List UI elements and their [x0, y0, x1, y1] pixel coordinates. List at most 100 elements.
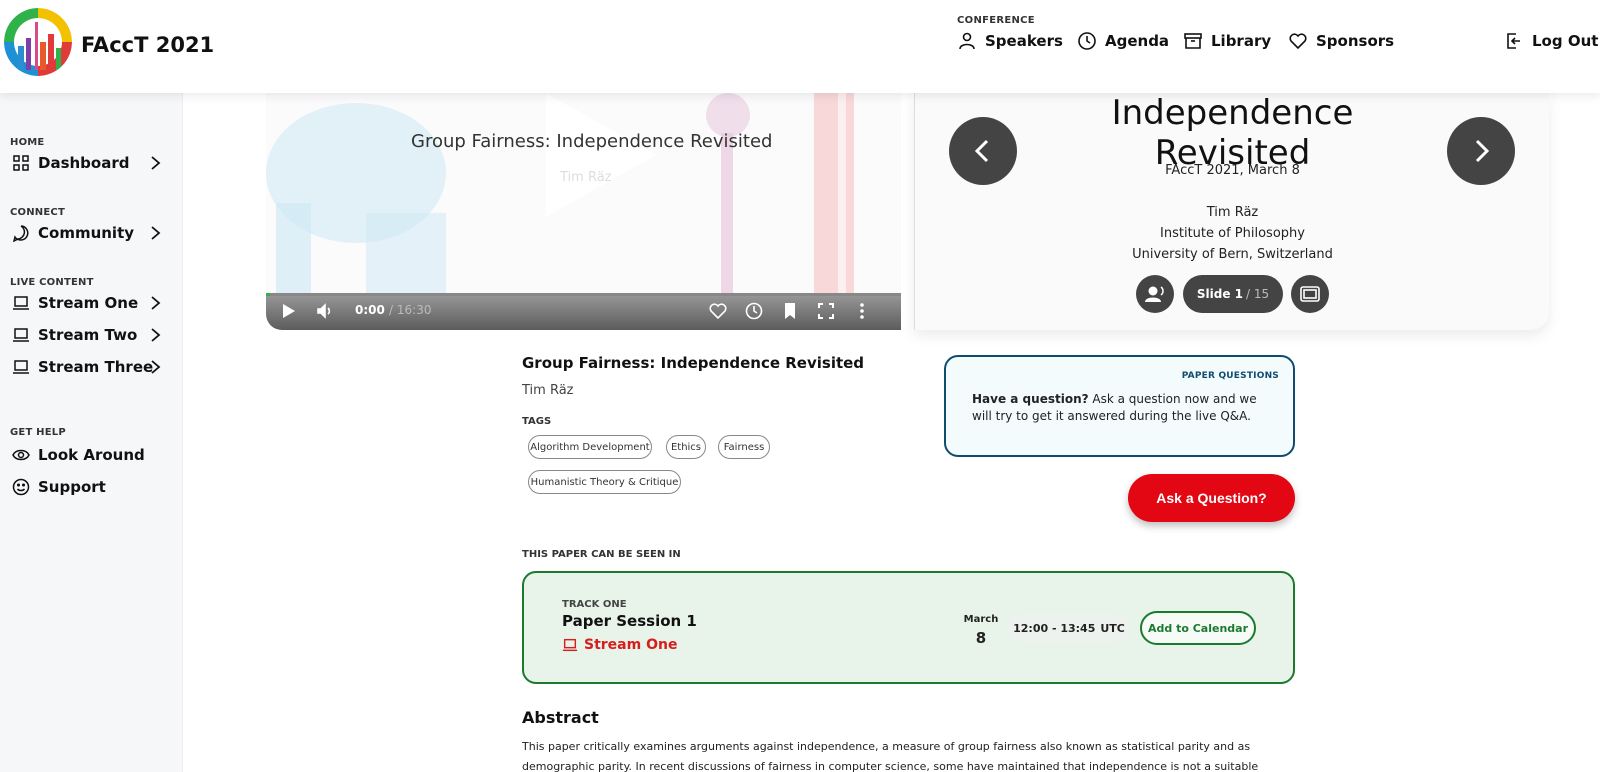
clock-icon [1078, 32, 1096, 50]
video-title: Group Fairness: Independence Revisited [411, 131, 773, 152]
slide-subtitle: FAccT 2021, March 8 [1165, 163, 1300, 178]
nav-sponsors[interactable]: Sponsors [1288, 31, 1394, 51]
nav-label: Agenda [1105, 32, 1170, 50]
nav-label: Sponsors [1316, 32, 1395, 50]
paper-author[interactable]: Tim Räz [522, 383, 574, 398]
person-icon [959, 32, 975, 50]
sidebar-item-label: Stream Two [38, 326, 138, 344]
slide-university: University of Bern, Switzerland [1132, 247, 1333, 262]
video-time: 0:00 / 16:30 [355, 303, 432, 317]
sidebar-item-stream-two[interactable]: Stream Two [12, 326, 162, 344]
sidebar-section-help: GET HELP [10, 427, 66, 438]
logout-button[interactable]: Log Out [1504, 31, 1598, 51]
sidebar-item-stream-three[interactable]: Stream Three [12, 358, 162, 376]
heart-icon [1289, 33, 1307, 50]
sidebar-item-look-around[interactable]: Look Around [12, 446, 162, 464]
chevron-right-icon [151, 328, 161, 342]
slide-current: Slide 1 [1196, 287, 1243, 301]
session-time: 12:00 - 13:45 UTC [1008, 614, 1130, 642]
chevron-right-icon [151, 360, 161, 374]
watch-later-icon[interactable] [744, 301, 764, 321]
current-time: 0:00 [355, 303, 385, 317]
track-label: TRACK ONE [562, 599, 627, 610]
sidebar-item-support[interactable]: Support [12, 478, 162, 496]
video-player[interactable]: Group Fairness: Independence Revisited T… [266, 93, 901, 330]
sidebar-section-connect: CONNECT [10, 207, 65, 218]
tag-chip[interactable]: Ethics [666, 435, 706, 459]
paper-questions-label: PAPER QUESTIONS [1181, 371, 1279, 381]
bookmark-icon[interactable] [780, 301, 800, 321]
duration: 16:30 [396, 303, 432, 317]
stream-link-label: Stream One [584, 637, 678, 653]
sidebar-item-label: Dashboard [38, 154, 130, 172]
grid-icon [13, 155, 29, 171]
session-timezone: UTC [1100, 621, 1125, 635]
slide-author: Tim Räz [1206, 205, 1259, 220]
abstract-heading: Abstract [522, 708, 599, 727]
paper-title: Group Fairness: Independence Revisited [522, 354, 865, 372]
nav-speakers[interactable]: Speakers [957, 31, 1063, 51]
session-name: Paper Session 1 [562, 612, 697, 630]
sidebar-section-home: HOME [10, 137, 45, 148]
smile-icon [12, 478, 30, 496]
next-slide-button[interactable] [1447, 117, 1515, 185]
chevron-left-icon [974, 139, 989, 163]
sidebar-item-community[interactable]: Community [12, 224, 162, 242]
chat-icon [12, 225, 29, 242]
slide-total: / 15 [1245, 287, 1270, 301]
video-controls: 0:00 / 16:30 [266, 293, 901, 330]
chevron-right-icon [151, 156, 161, 170]
sidebar-item-dashboard[interactable]: Dashboard [12, 154, 162, 172]
speaker-view-button[interactable] [1136, 275, 1174, 313]
nav-library[interactable]: Library [1183, 31, 1271, 51]
laptop-icon [13, 328, 29, 342]
logout-label: Log Out [1532, 32, 1599, 50]
tag-chip[interactable]: Humanistic Theory & Critique [528, 470, 681, 494]
abstract-text: This paper critically examines arguments… [522, 740, 1259, 772]
video-progress-track[interactable] [266, 293, 901, 296]
logout-icon [1507, 33, 1520, 49]
sidebar-item-stream-one[interactable]: Stream One [12, 294, 162, 312]
chevron-right-icon [1475, 139, 1490, 163]
sidebar: HOME Dashboard CONNECT Community LIVE CO… [0, 93, 183, 772]
play-overlay-icon[interactable] [546, 93, 656, 217]
session-card: TRACK ONE Paper Session 1 Stream One Mar… [522, 571, 1295, 684]
session-month: March [963, 614, 999, 625]
nav-section-label: CONFERENCE [957, 15, 1035, 26]
volume-icon[interactable] [315, 301, 335, 321]
prev-slide-button[interactable] [949, 117, 1017, 185]
video-author: Tim Räz [560, 170, 612, 185]
add-to-calendar-button[interactable]: Add to Calendar [1140, 611, 1256, 645]
brand-title[interactable]: FAccT 2021 [81, 33, 214, 57]
sidebar-item-label: Look Around [38, 446, 145, 464]
chevron-right-icon [151, 226, 161, 240]
stream-link[interactable]: Stream One [562, 637, 677, 653]
sidebar-item-label: Community [38, 224, 135, 242]
sidebar-section-live: LIVE CONTENT [10, 277, 94, 288]
ask-question-button[interactable]: Ask a Question? [1128, 474, 1295, 522]
session-time-range: 12:00 - 13:45 [1013, 621, 1096, 635]
paper-questions-text: Have a question? Ask a question now and … [972, 391, 1272, 425]
facct-logo[interactable] [4, 8, 72, 76]
sidebar-item-label: Stream Three [38, 358, 154, 376]
tags-label: TAGS [522, 416, 552, 427]
top-header: FAccT 2021 CONFERENCE Speakers Agenda Li… [0, 0, 1600, 93]
more-options-icon[interactable] [852, 301, 872, 321]
video-progress-fill [266, 293, 270, 296]
slide-institute: Institute of Philosophy [1160, 226, 1305, 241]
paper-questions-card: PAPER QUESTIONS Have a question? Ask a q… [944, 355, 1295, 457]
speaker-icon [1145, 286, 1164, 302]
fullscreen-icon[interactable] [816, 301, 836, 321]
fullscreen-slide-button[interactable] [1291, 275, 1329, 313]
seen-in-label: THIS PAPER CAN BE SEEN IN [522, 549, 681, 560]
heart-icon[interactable] [708, 301, 728, 321]
tag-chip[interactable]: Fairness [718, 435, 770, 459]
tag-chip[interactable]: Algorithm Development [528, 435, 652, 459]
nav-agenda[interactable]: Agenda [1077, 31, 1169, 51]
nav-label: Speakers [985, 32, 1063, 50]
sidebar-item-label: Support [38, 478, 106, 496]
slide-counter[interactable]: Slide 1 / 15 [1183, 275, 1283, 313]
chevron-right-icon [151, 296, 161, 310]
play-icon[interactable] [278, 301, 298, 321]
slide-title: Independence Revisited [1111, 93, 1354, 173]
